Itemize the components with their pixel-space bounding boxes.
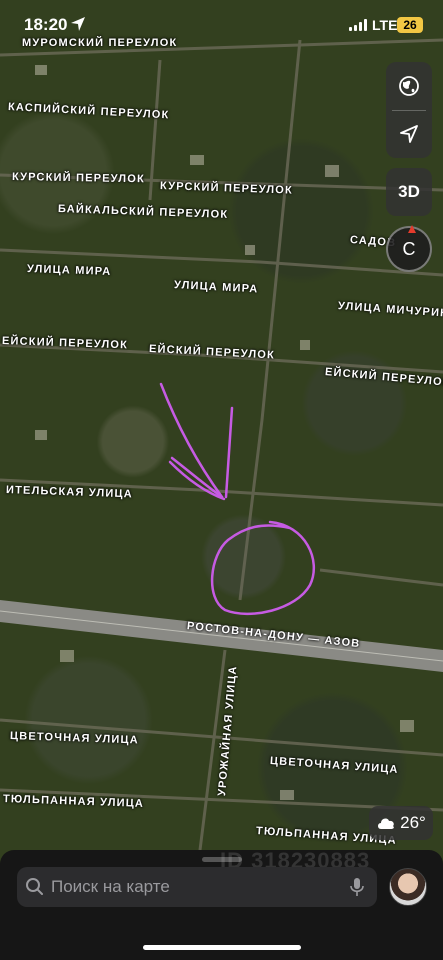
status-bar: 18:20 LTE 26 (0, 0, 443, 52)
weather-temperature: 26° (400, 813, 426, 832)
view-3d-button[interactable]: 3D (386, 168, 432, 216)
hand-drawn-arrow (159, 382, 234, 501)
street-label: КУРСКИЙ ПЕРЕУЛОК (11, 171, 146, 186)
compass-needle-icon (408, 225, 416, 233)
location-arrow-icon (400, 125, 418, 143)
map-mode-button[interactable] (386, 62, 432, 110)
road (238, 39, 302, 601)
compass-label: С (402, 238, 416, 259)
location-services-icon (71, 17, 85, 31)
house (190, 155, 204, 165)
cloud-icon (378, 818, 394, 829)
house (35, 430, 47, 440)
search-input[interactable] (51, 867, 341, 907)
cellular-signal-icon (349, 19, 367, 31)
house (35, 65, 47, 75)
network-type: LTE (372, 17, 398, 33)
search-icon (26, 878, 43, 895)
house (245, 245, 255, 255)
weather-badge[interactable]: 26° (369, 806, 433, 840)
locate-me-button[interactable] (386, 110, 432, 158)
house (60, 650, 74, 662)
battery-indicator: 26 (397, 17, 423, 33)
home-indicator (143, 945, 301, 950)
house (400, 720, 414, 732)
microphone-icon[interactable] (350, 877, 364, 897)
avatar[interactable] (389, 868, 427, 906)
status-time: 18:20 (24, 15, 68, 34)
search-bar[interactable] (17, 867, 377, 907)
house (300, 340, 310, 350)
hand-drawn-circle (210, 520, 315, 616)
road (319, 568, 443, 587)
house (280, 790, 294, 800)
globe-icon (399, 76, 419, 96)
map-controls (386, 62, 432, 158)
compass-button[interactable]: С (386, 225, 432, 272)
house (325, 165, 339, 177)
